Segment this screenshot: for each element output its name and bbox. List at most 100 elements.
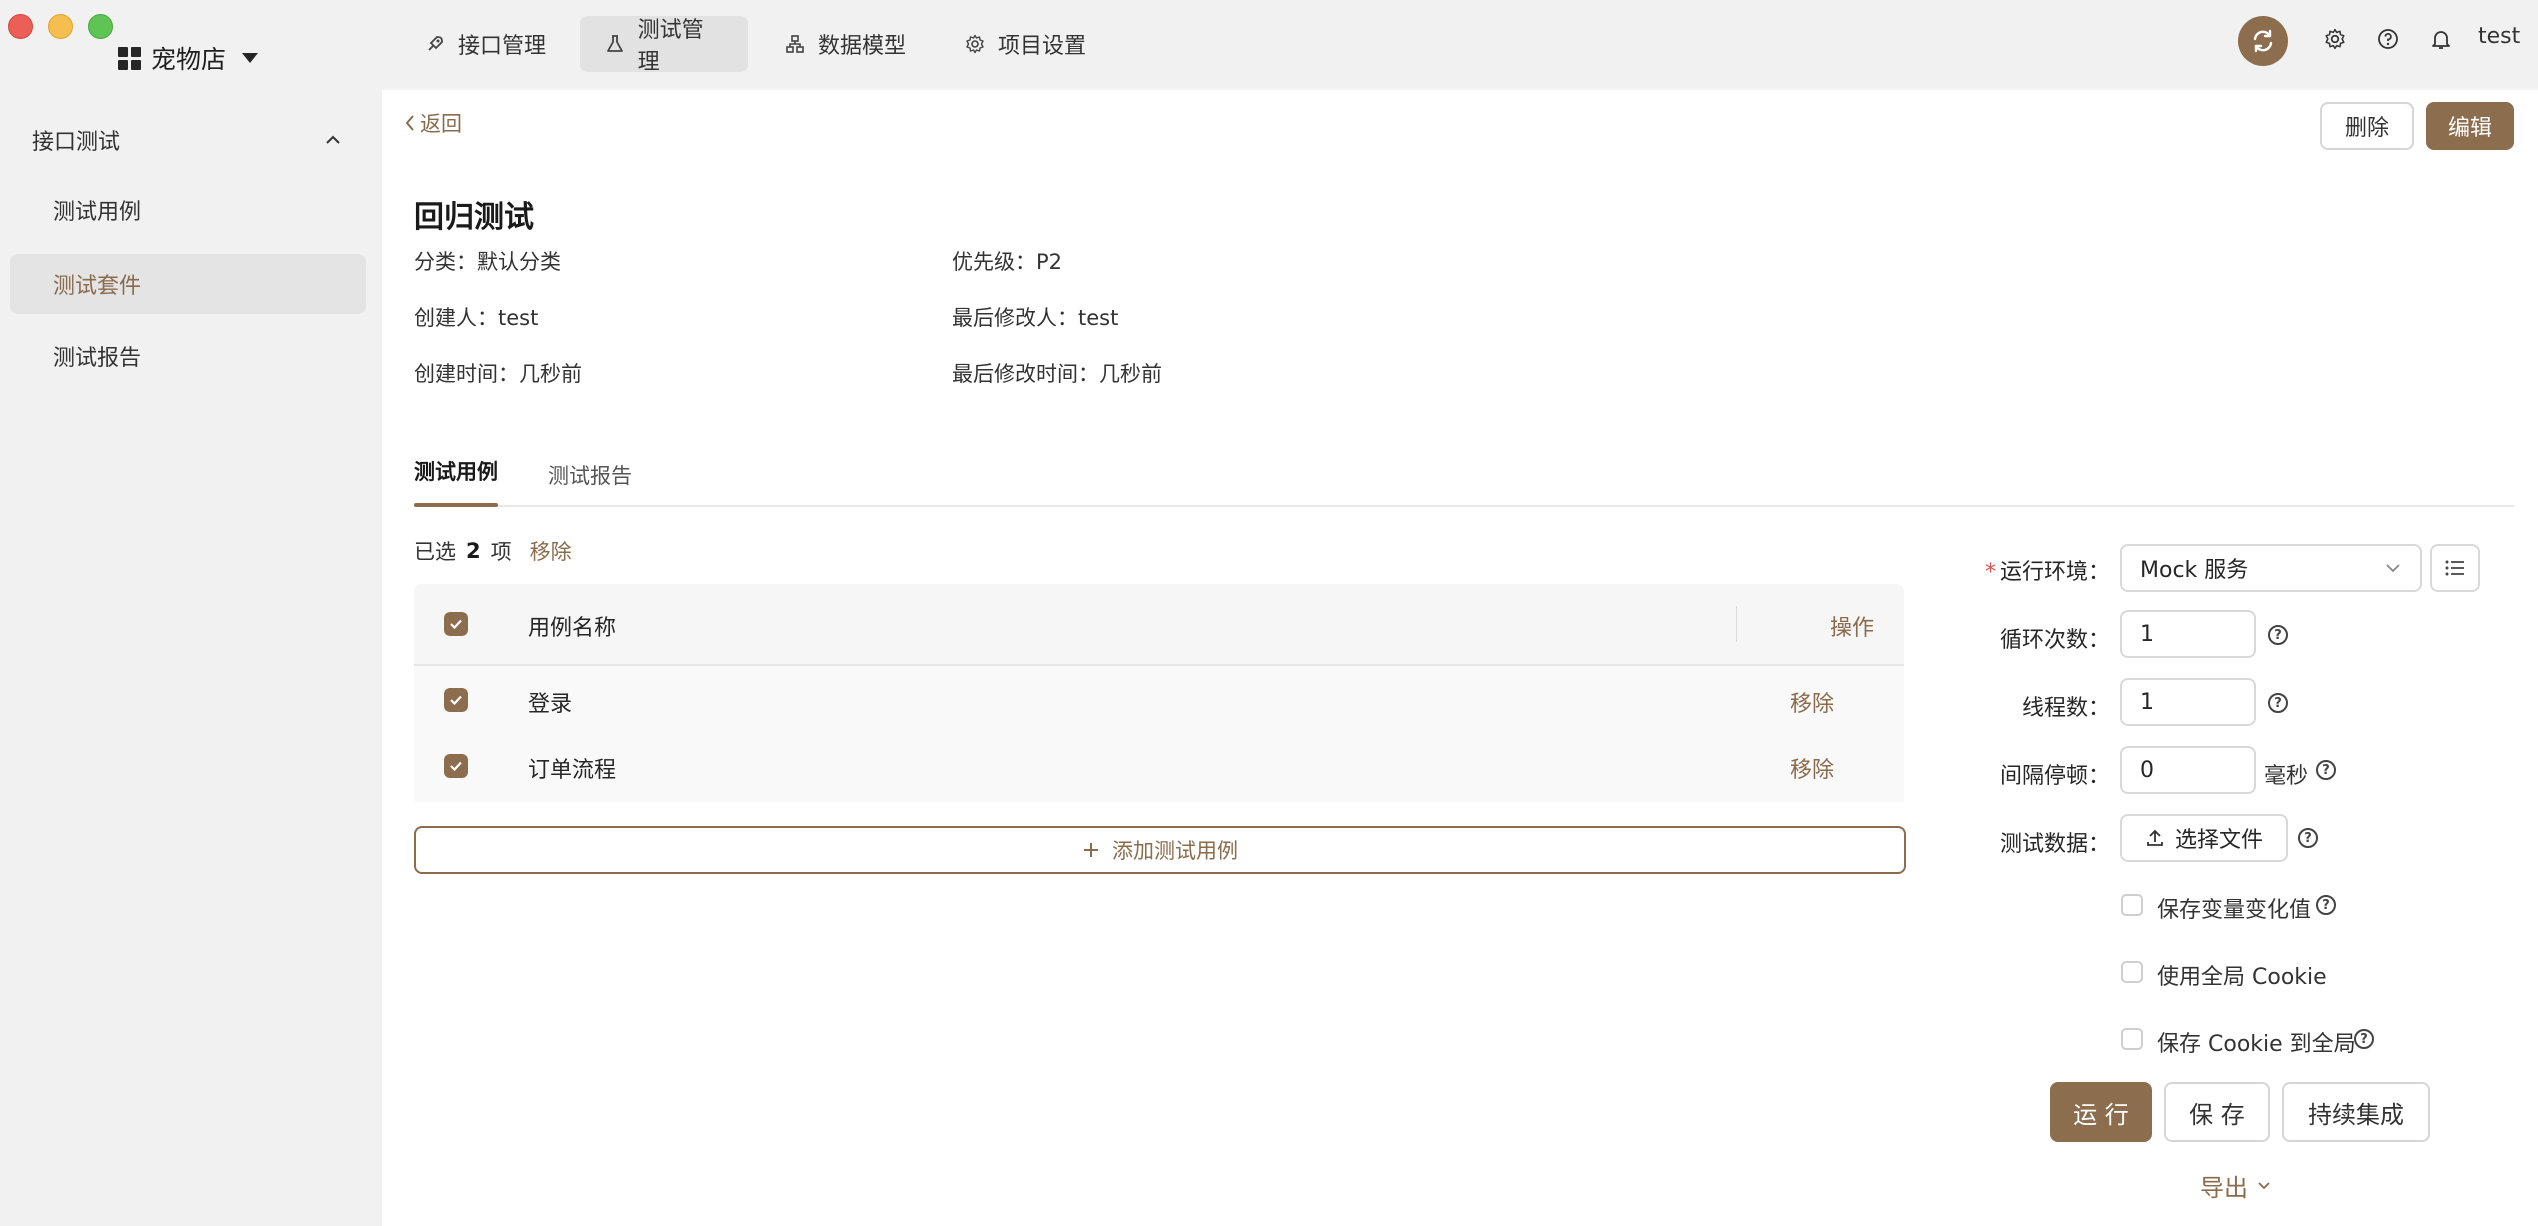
save-button[interactable]: 保 存 bbox=[2164, 1082, 2270, 1142]
add-test-case-button[interactable]: 添加测试用例 bbox=[414, 826, 1906, 874]
sidebar-item-test-reports[interactable]: 测试报告 bbox=[10, 326, 366, 386]
tab-test-reports[interactable]: 测试报告 bbox=[548, 460, 632, 490]
help-icon[interactable]: ? bbox=[2298, 828, 2318, 848]
test-case-table: 用例名称 操作 登录 移除 订单流程 移除 bbox=[414, 584, 1904, 802]
project-switcher[interactable]: 宠物店 bbox=[118, 38, 259, 78]
bell-icon[interactable] bbox=[2428, 26, 2454, 52]
export-dropdown[interactable]: 导出 bbox=[2200, 1168, 2272, 1203]
help-icon[interactable] bbox=[2375, 26, 2401, 52]
tab-test-cases[interactable]: 测试用例 bbox=[414, 456, 498, 486]
thread-label-text: 线程数 bbox=[2021, 696, 2088, 721]
sync-button[interactable] bbox=[2238, 16, 2288, 66]
user-name[interactable]: test bbox=[2478, 24, 2520, 49]
column-header-name: 用例名称 bbox=[528, 616, 617, 641]
choose-file-label: 选择文件 bbox=[2174, 828, 2263, 853]
window-close-button[interactable] bbox=[8, 14, 33, 39]
use-global-cookie-checkbox[interactable] bbox=[2121, 961, 2143, 983]
meta-key: 优先级： bbox=[952, 250, 1036, 274]
add-test-case-label: 添加测试用例 bbox=[1112, 839, 1238, 863]
choose-file-button[interactable]: 选择文件 bbox=[2120, 814, 2288, 862]
list-icon bbox=[2445, 560, 2464, 576]
meta-key: 分类： bbox=[414, 250, 477, 274]
selection-prefix: 已选 bbox=[414, 540, 456, 564]
delete-label: 删除 bbox=[2344, 116, 2389, 141]
table-header: 用例名称 操作 bbox=[414, 584, 1904, 666]
meta-value: 默认分类 bbox=[477, 250, 561, 274]
meta-value: 几秒前 bbox=[1099, 362, 1162, 386]
remove-row-link[interactable]: 移除 bbox=[1790, 752, 1834, 784]
meta-created-time: 创建时间：几秒前 bbox=[414, 358, 582, 388]
nav-tab-label: 接口管理 bbox=[458, 34, 547, 59]
nav-tab-data-model[interactable]: 数据模型 bbox=[760, 16, 930, 72]
help-icon[interactable]: ? bbox=[2316, 760, 2336, 780]
interval-label-text: 间隔停顿 bbox=[1999, 764, 2088, 789]
nav-tab-label: 数据模型 bbox=[818, 34, 907, 59]
remove-row-link[interactable]: 移除 bbox=[1790, 686, 1834, 718]
table-row: 订单流程 移除 bbox=[414, 734, 1904, 802]
sidebar-item-test-cases[interactable]: 测试用例 bbox=[10, 180, 366, 240]
nav-tab-test[interactable]: 测试管理 bbox=[580, 16, 748, 75]
project-name: 宠物店 bbox=[151, 45, 227, 74]
env-manage-button[interactable] bbox=[2430, 544, 2480, 592]
meta-value: 几秒前 bbox=[519, 362, 582, 386]
meta-value: test bbox=[498, 306, 539, 330]
env-value: Mock 服务 bbox=[2140, 558, 2249, 583]
settings-gear-icon[interactable] bbox=[2322, 26, 2348, 52]
help-icon[interactable]: ? bbox=[2316, 895, 2336, 915]
select-all-checkbox[interactable] bbox=[444, 612, 468, 636]
colon: ： bbox=[2087, 628, 2110, 653]
column-header-action: 操作 bbox=[1829, 616, 1874, 641]
env-select[interactable]: Mock 服务 bbox=[2120, 544, 2422, 592]
chevron-down-icon bbox=[2386, 564, 2400, 573]
back-link[interactable]: 返回 bbox=[404, 108, 462, 138]
interval-unit: 毫秒 bbox=[2264, 764, 2309, 789]
menu-group-api-test[interactable]: 接口测试 bbox=[32, 122, 342, 158]
nav-tab-project-settings[interactable]: 项目设置 bbox=[940, 16, 1110, 72]
meta-key: 最后修改时间： bbox=[952, 362, 1099, 386]
tabs-divider bbox=[414, 505, 2514, 507]
selection-suffix: 项 bbox=[490, 540, 512, 564]
meta-value: test bbox=[1078, 306, 1119, 330]
grid-icon bbox=[118, 46, 141, 70]
run-button[interactable]: 运 行 bbox=[2050, 1082, 2152, 1142]
nav-tab-api[interactable]: 接口管理 bbox=[400, 16, 570, 72]
selection-count: 2 bbox=[466, 539, 481, 563]
row-checkbox[interactable] bbox=[444, 754, 468, 778]
edit-label: 编辑 bbox=[2447, 116, 2492, 141]
thread-count-input[interactable]: 1 bbox=[2120, 678, 2256, 726]
interval-input[interactable]: 0 bbox=[2120, 746, 2256, 794]
edit-button[interactable]: 编辑 bbox=[2426, 102, 2514, 150]
save-variable-changes-checkbox[interactable] bbox=[2121, 894, 2143, 916]
window-zoom-button[interactable] bbox=[88, 14, 113, 39]
help-icon[interactable]: ? bbox=[2268, 625, 2288, 645]
column-divider bbox=[1736, 606, 1737, 642]
chevron-left-icon bbox=[405, 115, 414, 131]
save-cookie-global-checkbox[interactable] bbox=[2121, 1028, 2143, 1050]
nav-tab-label: 测试管理 bbox=[637, 18, 704, 75]
help-icon[interactable]: ? bbox=[2354, 1029, 2374, 1049]
sidebar-item-test-suites[interactable]: 测试套件 bbox=[10, 254, 366, 314]
window-minimize-button[interactable] bbox=[48, 14, 73, 39]
meta-priority: 优先级：P2 bbox=[952, 246, 1062, 276]
required-mark: * bbox=[1984, 560, 1996, 585]
flask-icon bbox=[604, 33, 626, 55]
env-label-text: 运行环境 bbox=[1999, 560, 2088, 585]
colon: ： bbox=[2087, 764, 2110, 789]
delete-button[interactable]: 删除 bbox=[2320, 102, 2414, 150]
sidebar-item-label: 测试报告 bbox=[53, 346, 142, 371]
export-label: 导出 bbox=[2200, 1174, 2248, 1202]
sync-icon bbox=[2253, 29, 2273, 53]
loop-count-input[interactable]: 1 bbox=[2120, 610, 2256, 658]
check-icon bbox=[450, 695, 462, 706]
meta-modified-time: 最后修改时间：几秒前 bbox=[952, 358, 1162, 388]
meta-modifier: 最后修改人：test bbox=[952, 302, 1118, 332]
ci-button[interactable]: 持续集成 bbox=[2282, 1082, 2430, 1142]
ci-label: 持续集成 bbox=[2308, 1100, 2404, 1129]
check-icon bbox=[450, 761, 462, 772]
loop-label: 循环次数： bbox=[1930, 622, 2110, 654]
remove-selected-link[interactable]: 移除 bbox=[530, 536, 572, 566]
meta-creator: 创建人：test bbox=[414, 302, 538, 332]
rocket-icon bbox=[424, 33, 446, 55]
row-checkbox[interactable] bbox=[444, 688, 468, 712]
help-icon[interactable]: ? bbox=[2268, 693, 2288, 713]
